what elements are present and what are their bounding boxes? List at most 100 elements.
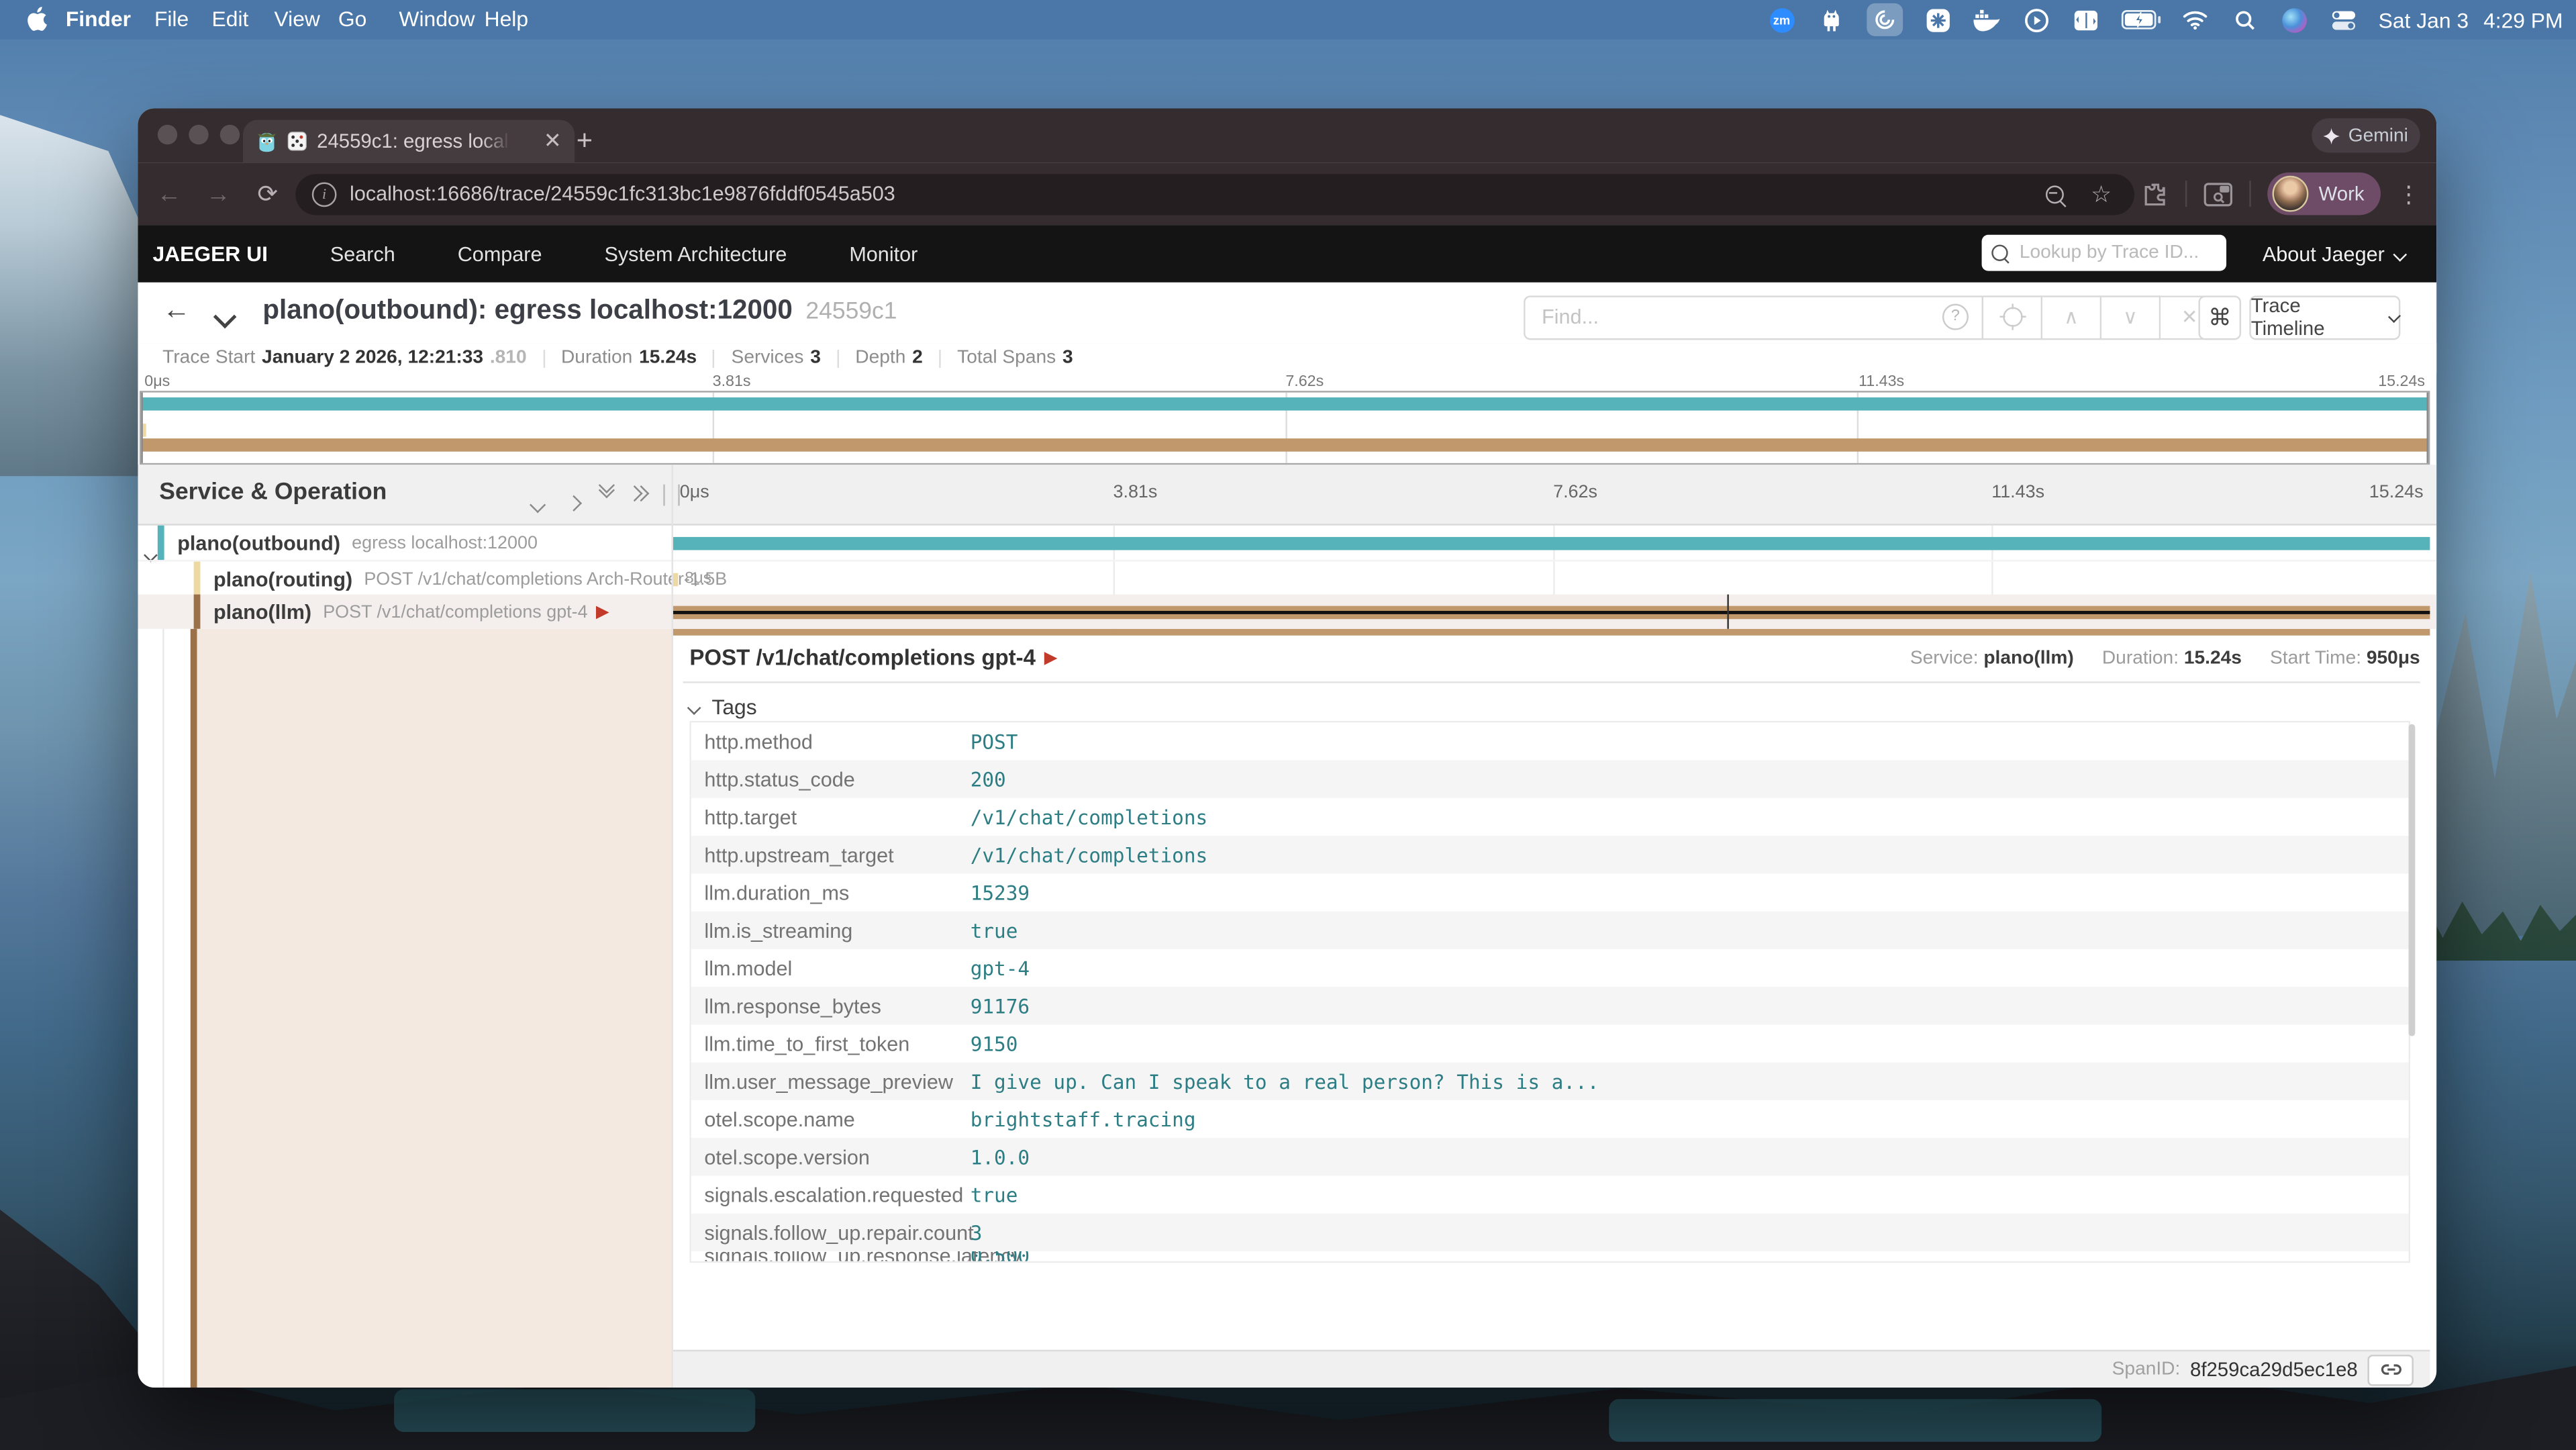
window-minimize-button[interactable]: [189, 125, 208, 144]
span-row-routing[interactable]: plano(routing) POST /v1/chat/completions…: [138, 560, 2436, 596]
address-bar[interactable]: i localhost:16686/trace/24559c1fc313bc1e…: [295, 173, 2134, 214]
site-info-icon[interactable]: i: [312, 181, 337, 206]
about-jaeger-menu[interactable]: About Jaeger: [2263, 225, 2405, 283]
nav-item-compare[interactable]: Compare: [458, 242, 542, 265]
minimap-scrubber-left[interactable]: [141, 393, 142, 463]
minimap-tick: 3.81s: [713, 373, 751, 391]
back-icon[interactable]: ←: [144, 180, 193, 208]
bookmark-star-icon[interactable]: ☆: [2091, 180, 2112, 208]
tags-scrollbar[interactable]: [2409, 724, 2416, 1036]
menubar-clock[interactable]: 4:29 PM: [2483, 7, 2563, 32]
tag-row[interactable]: signals.escalation.requestedtrue: [691, 1175, 2409, 1213]
nav-item-system-architecture[interactable]: System Architecture: [604, 242, 787, 265]
span-bar-outbound[interactable]: [673, 536, 2430, 550]
trace-view-selector[interactable]: Trace Timeline: [2249, 295, 2400, 339]
lookup-search-icon: [1991, 244, 2008, 260]
zoom-out-icon[interactable]: [2046, 185, 2065, 203]
asterisk-app-icon[interactable]: [1924, 6, 1952, 34]
tag-row[interactable]: llm.is_streamingtrue: [691, 912, 2409, 949]
tag-row[interactable]: llm.response_bytes91176: [691, 987, 2409, 1024]
span-row-outbound[interactable]: plano(outbound) egress localhost:12000: [138, 526, 2436, 560]
menubar-item-edit[interactable]: Edit: [212, 0, 249, 40]
tag-row[interactable]: signals.follow_up.repair.count3: [691, 1214, 2409, 1251]
collapse-trace-icon[interactable]: [217, 304, 233, 334]
control-center-icon[interactable]: [2329, 6, 2357, 34]
docker-app-icon[interactable]: [1973, 6, 2001, 34]
profile-chip[interactable]: Work: [2268, 173, 2381, 215]
nav-item-search[interactable]: Search: [330, 242, 395, 265]
window-close-button[interactable]: [158, 125, 177, 144]
chevron-down-icon: [2394, 247, 2407, 260]
minimap-scrubber-right[interactable]: [2426, 393, 2428, 463]
tag-row[interactable]: http.methodPOST: [691, 722, 2409, 760]
collapse-all-icon[interactable]: [601, 485, 612, 496]
tag-row[interactable]: otel.scope.version1.0.0: [691, 1138, 2409, 1175]
minimap-axis: 0μs 3.81s 7.62s 11.43s 15.24s: [138, 373, 2431, 391]
expand-all-icon[interactable]: [632, 488, 647, 499]
minimap-span-routing: [143, 424, 146, 437]
trace-lookup-box[interactable]: [1982, 235, 2226, 271]
tab-close-icon[interactable]: ✕: [544, 128, 562, 154]
browser-tab-strip: 24559c1: egress localhos ✕ + Gemini: [138, 108, 2436, 162]
desktop: Finder File Edit View Go Window Help zm …: [0, 0, 2576, 1450]
menubar-item-file[interactable]: File: [154, 0, 189, 40]
menubar-app-name[interactable]: Finder: [66, 0, 131, 40]
gemini-button[interactable]: Gemini: [2312, 118, 2420, 152]
expand-one-icon[interactable]: [568, 488, 579, 518]
siri-icon[interactable]: [2280, 6, 2308, 34]
tags-section-toggle[interactable]: Tags: [689, 695, 756, 720]
find-box[interactable]: ?: [1524, 295, 1983, 339]
service-operation-header: Service & Operation: [159, 479, 387, 505]
tag-row[interactable]: llm.duration_ms15239: [691, 873, 2409, 911]
side-panel-search-icon[interactable]: [2203, 181, 2233, 206]
find-prev-button[interactable]: ∧: [2042, 295, 2101, 339]
collapse-one-icon[interactable]: [532, 489, 544, 519]
forward-icon[interactable]: →: [194, 180, 243, 208]
menubar-item-window[interactable]: Window: [399, 0, 475, 40]
apple-menu-icon[interactable]: [26, 0, 48, 44]
copy-link-button[interactable]: [2367, 1354, 2413, 1385]
span-detail-panel: POST /v1/chat/completions gpt-4 Service:…: [673, 629, 2430, 1388]
llama-app-icon[interactable]: [1817, 6, 1845, 34]
span-row-llm[interactable]: plano(llm) POST /v1/chat/completions gpt…: [138, 595, 2436, 629]
jaeger-brand[interactable]: JAEGER UI: [152, 242, 267, 267]
window-manager-icon[interactable]: [2071, 6, 2099, 34]
browser-tab[interactable]: 24559c1: egress localhos ✕: [243, 120, 575, 163]
chevron-down-icon: [2388, 311, 2401, 324]
tag-row[interactable]: http.upstream_target/v1/chat/completions: [691, 836, 2409, 873]
browser-menu-icon[interactable]: ⋮: [2397, 180, 2420, 208]
tag-row[interactable]: otel.scope.namebrightstaff.tracing: [691, 1100, 2409, 1138]
back-to-search-icon[interactable]: ←: [162, 294, 191, 327]
tag-row[interactable]: http.status_code200: [691, 761, 2409, 798]
tag-row[interactable]: llm.user_message_previewI give up. Can I…: [691, 1063, 2409, 1100]
reload-icon[interactable]: ⟳: [243, 179, 292, 209]
spotlight-icon[interactable]: [2231, 6, 2259, 34]
trace-lookup-input[interactable]: [2016, 242, 2216, 264]
tracking-app-icon[interactable]: [1866, 3, 1902, 36]
time-cursor-line: [1727, 595, 1728, 629]
find-help-icon[interactable]: ?: [1942, 304, 1969, 330]
timeline-tick: 3.81s: [1113, 483, 1158, 502]
tag-row[interactable]: llm.modelgpt-4: [691, 949, 2409, 987]
play-app-icon[interactable]: [2022, 6, 2050, 34]
tag-row[interactable]: llm.time_to_first_token9150: [691, 1024, 2409, 1062]
span-bar-llm[interactable]: [673, 605, 2430, 618]
find-input[interactable]: [1538, 304, 1942, 330]
shortcuts-button[interactable]: ⌘: [2198, 295, 2241, 339]
trace-minimap[interactable]: [140, 391, 2430, 465]
locate-span-button[interactable]: [1983, 295, 2042, 339]
find-next-button[interactable]: ∨: [2101, 295, 2161, 339]
nav-item-monitor[interactable]: Monitor: [849, 242, 918, 265]
toolbar-right-icons: Work ⋮: [2141, 162, 2436, 225]
menubar-date[interactable]: Sat Jan 3: [2379, 7, 2469, 32]
zoom-app-icon[interactable]: zm: [1768, 6, 1796, 34]
tag-row-clipped[interactable]: signals.follow_up.response.latency0.500: [691, 1251, 2409, 1261]
span-bar-routing[interactable]: [673, 573, 677, 586]
window-zoom-button[interactable]: [220, 125, 240, 144]
extensions-puzzle-icon[interactable]: [2141, 180, 2169, 208]
new-tab-button[interactable]: +: [564, 122, 604, 161]
menubar-item-go[interactable]: Go: [338, 0, 366, 40]
menubar-item-view[interactable]: View: [275, 0, 320, 40]
menubar-item-help[interactable]: Help: [485, 0, 528, 40]
tag-row[interactable]: http.target/v1/chat/completions: [691, 798, 2409, 836]
